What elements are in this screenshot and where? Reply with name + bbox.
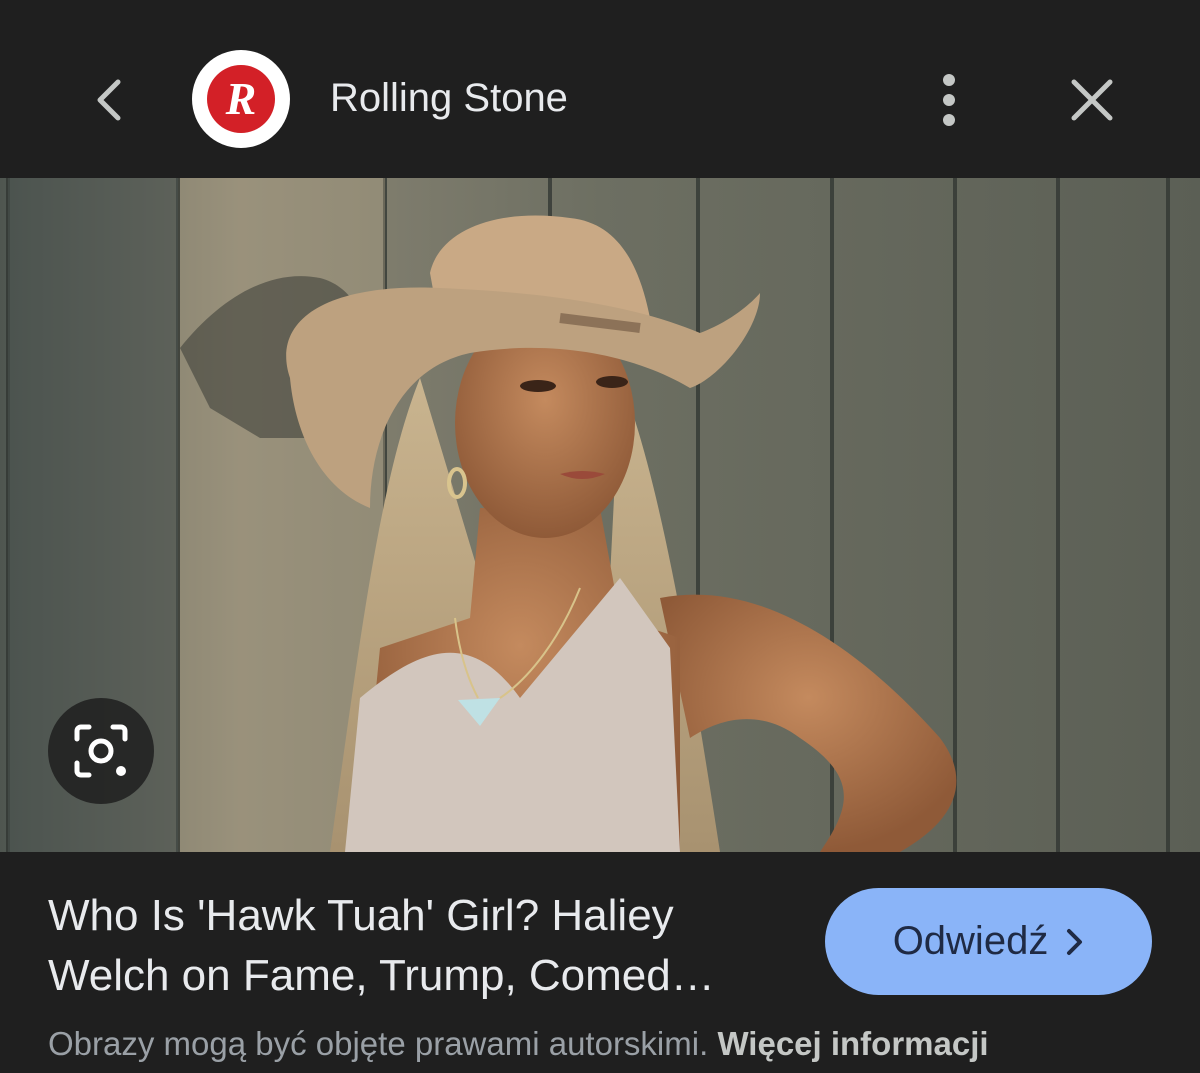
chevron-right-icon — [1067, 928, 1083, 955]
result-image[interactable] — [0, 178, 1200, 852]
copyright-text: Obrazy mogą być objęte prawami autorskim… — [48, 1025, 709, 1062]
result-title-line-1: Who Is 'Hawk Tuah' Girl? Haliey — [48, 891, 674, 940]
visit-button-label: Odwiedź — [892, 919, 1049, 963]
visit-button[interactable]: Odwiedź — [825, 888, 1152, 995]
close-icon — [1071, 79, 1113, 121]
chevron-left-icon — [97, 79, 121, 121]
more-info-link[interactable]: Więcej informacji — [717, 1025, 988, 1062]
top-bar: R Rolling Stone — [0, 0, 1200, 178]
photo-illustration — [0, 178, 1200, 852]
site-title: Rolling Stone — [330, 76, 568, 120]
site-logo: R — [192, 50, 290, 148]
result-title[interactable]: Who Is 'Hawk Tuah' Girl? Haliey Welch on… — [48, 886, 788, 1006]
copyright-notice: Obrazy mogą być objęte prawami autorskim… — [48, 1022, 989, 1066]
lens-search-button[interactable] — [48, 698, 154, 804]
back-button[interactable] — [72, 64, 144, 136]
more-options-button[interactable] — [920, 64, 978, 136]
lens-search-icon — [74, 724, 128, 778]
close-button[interactable] — [1056, 64, 1128, 136]
more-vert-icon — [943, 74, 955, 126]
rolling-stone-logo-icon: R — [207, 65, 275, 133]
result-title-line-2: Welch on Fame, Trump, Comed… — [48, 951, 715, 1000]
